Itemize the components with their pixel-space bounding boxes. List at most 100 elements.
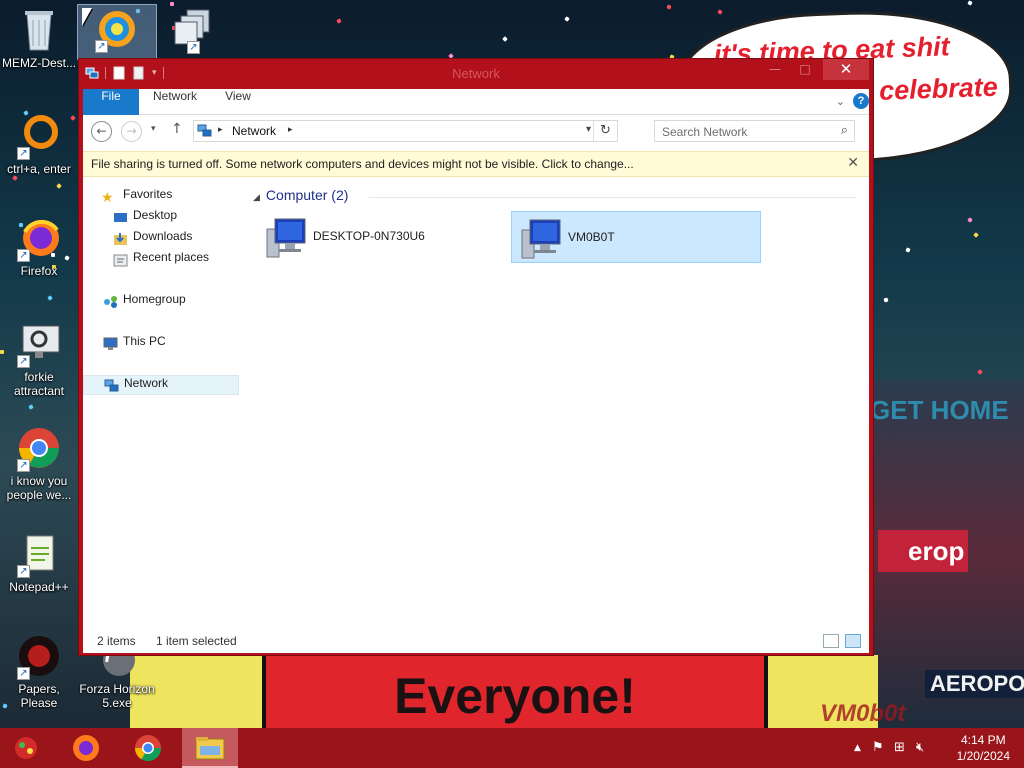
network-tray-icon[interactable]: ⊞ <box>894 740 905 755</box>
confetti-piece <box>28 404 34 410</box>
start-orb-icon <box>15 737 37 759</box>
city-sign-erop: erop <box>878 530 968 572</box>
confetti-piece <box>717 9 723 15</box>
homegroup-icon <box>104 296 117 308</box>
desktop-icon-memz[interactable]: MEMZ-Dest... <box>0 6 78 70</box>
desktop-icon-label: ctrl+a, enter <box>7 162 71 176</box>
refresh-icon[interactable]: ↻ <box>593 121 617 141</box>
computer-icon <box>521 219 561 259</box>
desktop-icon-label: i know you people we... <box>6 474 72 502</box>
volume-muted-icon[interactable]: 🔇︎ <box>916 740 924 755</box>
ribbon-tab-network[interactable]: Network <box>145 89 205 115</box>
action-center-flag-icon[interactable]: ⚑ <box>872 740 884 755</box>
search-icon[interactable]: ⌕ <box>841 123 848 138</box>
breadcrumb-separator-icon[interactable]: ▸ <box>218 125 223 135</box>
minimize-icon[interactable]: — <box>761 59 789 80</box>
firefox-icon: ↗ <box>15 214 63 262</box>
confetti-piece <box>973 232 979 238</box>
expand-ribbon-chevron-icon[interactable]: ⌄ <box>836 95 845 108</box>
confetti-piece <box>977 369 983 375</box>
details-view-icon[interactable] <box>823 634 839 648</box>
show-hidden-icons-icon[interactable]: ▲ <box>854 743 861 753</box>
confetti-piece <box>564 16 570 22</box>
window-stack-icon: ↗ <box>169 6 217 54</box>
nav-item-network[interactable]: Network <box>83 375 239 395</box>
desktop-icon-label: forkie attractant <box>13 370 65 398</box>
desktop-icon-notepadpp[interactable]: ↗ Notepad++ <box>0 530 78 594</box>
recent-places-icon <box>113 254 128 267</box>
chrome-icon <box>134 735 162 762</box>
desktop-icon-papers-please[interactable]: ↗ Papers, Please <box>0 632 78 710</box>
city-scene: GET HOME erop AEROPOS <box>870 380 1024 730</box>
confetti-piece <box>47 295 53 301</box>
taskbar: ▲ ⚑ ⊞ 🔇︎ 4:14 PM 1/20/2024 <box>0 728 1024 768</box>
search-input[interactable]: Search Network <box>662 125 747 139</box>
start-button[interactable] <box>0 728 56 768</box>
desktop-icon-label: MEMZ-Dest... <box>2 56 76 70</box>
tiles-view-icon[interactable] <box>845 634 861 648</box>
computer-name: VM0B0T <box>568 230 615 244</box>
clock-date: 1/20/2024 <box>956 749 1010 763</box>
desktop-icon-forkie[interactable]: ↗ forkie attractant <box>0 320 78 398</box>
explorer-window: ▾ Network — □ ✕ File Network View ⌄ ? ← … <box>78 58 874 656</box>
recent-locations-chevron-icon[interactable]: ▾ <box>151 124 156 134</box>
file-explorer-icon <box>195 737 225 760</box>
desktop-folder-icon <box>114 213 127 222</box>
taskbar-firefox[interactable] <box>58 728 114 768</box>
nav-item-homegroup[interactable]: Homegroup <box>83 292 239 312</box>
nav-item-downloads[interactable]: Downloads <box>83 229 239 249</box>
status-item-count: 2 items <box>97 634 136 648</box>
up-arrow-icon[interactable]: ↑ <box>171 121 183 137</box>
notepadpp-icon: ↗ <box>15 530 63 578</box>
group-header-computer[interactable]: ◢ Computer (2) <box>253 187 348 203</box>
content-pane: ◢ Computer (2) DESKTOP-0N730U6 VM0B0T <box>249 181 869 631</box>
back-arrow-icon[interactable]: ← <box>91 121 112 142</box>
ribbon-tab-view[interactable]: View <box>215 89 261 115</box>
desktop-icon-label: Forza Horizon 5.exe <box>79 682 155 710</box>
nav-item-favorites[interactable]: ★ Favorites <box>83 187 239 207</box>
nav-item-label: Network <box>124 376 169 390</box>
nav-item-desktop[interactable]: Desktop <box>83 208 239 228</box>
ribbon: File Network View ⌄ ? <box>83 89 869 115</box>
window-title: Network <box>452 66 500 81</box>
nav-item-label: Recent places <box>133 250 210 264</box>
confetti-piece <box>967 217 973 223</box>
desktop-icon-windows-stack[interactable]: ↗ <box>154 6 232 56</box>
desktop-icon-chrome[interactable]: ↗ i know you people we... <box>0 424 78 502</box>
desktop-icon-firefox[interactable]: ↗ Firefox <box>0 214 78 278</box>
nav-item-this-pc[interactable]: This PC <box>83 334 239 354</box>
computer-tile[interactable]: DESKTOP-0N730U6 <box>257 211 507 263</box>
infobar-message[interactable]: File sharing is turned off. Some network… <box>91 157 634 171</box>
nav-item-recent-places[interactable]: Recent places <box>83 250 239 270</box>
address-dropdown-icon[interactable]: ▾ <box>586 124 591 135</box>
city-sign-gethome: GET HOME <box>870 395 1009 425</box>
collapse-group-icon[interactable]: ◢ <box>253 192 260 202</box>
shortcut-arrow-icon: ↗ <box>95 40 108 53</box>
status-bar: 2 items 1 item selected <box>83 631 869 653</box>
nav-item-label: This PC <box>123 334 166 348</box>
taskbar-chrome[interactable] <box>120 728 176 768</box>
breadcrumb-separator-icon[interactable]: ▸ <box>288 125 293 135</box>
forward-arrow-icon[interactable]: → <box>121 121 142 142</box>
close-button[interactable]: ✕ <box>823 59 869 80</box>
infobar-close-icon[interactable]: ✕ <box>847 155 859 171</box>
city-sign-aeropos: AEROPOS <box>925 670 1024 698</box>
computer-tile-selected[interactable]: VM0B0T <box>511 211 761 263</box>
ribbon-tab-file[interactable]: File <box>83 89 139 115</box>
address-bar[interactable]: ▸ Network ▸ ▾ ↻ <box>193 120 618 142</box>
search-box[interactable]: Search Network ⌕ <box>654 120 855 142</box>
maximize-icon[interactable]: □ <box>791 59 819 80</box>
mouse-cursor-icon <box>82 8 92 26</box>
taskbar-file-explorer[interactable] <box>182 728 238 768</box>
confetti-piece <box>666 4 672 10</box>
shortcut-arrow-icon: ↗ <box>17 667 30 680</box>
computer-name: DESKTOP-0N730U6 <box>313 229 425 243</box>
file-sharing-infobar[interactable]: File sharing is turned off. Some network… <box>83 151 869 177</box>
breadcrumb-network[interactable]: Network <box>232 124 276 138</box>
wallpaper-banner: Everyone! <box>262 655 768 730</box>
clock[interactable]: 4:14 PM 1/20/2024 <box>957 732 1010 764</box>
navigation-bar: ← → ▾ ↑ ▸ Network ▸ ▾ ↻ Search Network ⌕ <box>83 115 869 149</box>
desktop-icon-ctrl-a-enter[interactable]: ↗ ctrl+a, enter <box>0 112 78 176</box>
title-bar[interactable]: ▾ Network — □ ✕ <box>79 59 873 89</box>
help-icon[interactable]: ? <box>853 93 869 109</box>
